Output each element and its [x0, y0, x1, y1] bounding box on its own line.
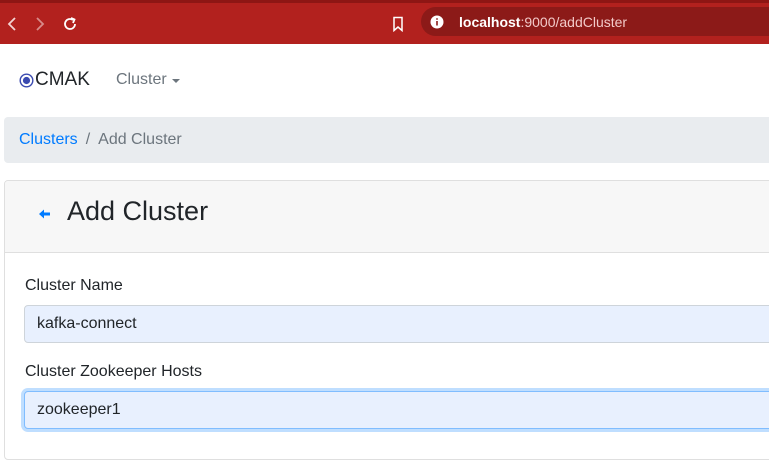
cluster-name-input[interactable]: kafka-connect: [24, 305, 769, 343]
page-title: Add Cluster: [67, 196, 209, 226]
forward-button[interactable]: [30, 12, 50, 36]
info-icon[interactable]: [430, 15, 444, 29]
breadcrumb-separator: /: [85, 131, 91, 148]
bookmark-button[interactable]: [389, 13, 407, 35]
chevron-left-icon: [7, 17, 16, 31]
caret-down-icon: [171, 78, 180, 83]
chevron-right-icon: [36, 17, 45, 31]
url-host: localhost: [459, 14, 521, 30]
zookeeper-hosts-input[interactable]: zookeeper1: [24, 391, 769, 429]
brand-name: CMAK: [35, 69, 90, 90]
url-path: :9000/addCluster: [520, 14, 628, 30]
card-header: Add Cluster: [5, 181, 769, 253]
breadcrumb-current: Add Cluster: [98, 131, 182, 148]
breadcrumb: Clusters / Add Cluster: [4, 117, 769, 163]
add-cluster-card: Add Cluster Cluster Name kafka-connect C…: [4, 180, 769, 460]
back-button[interactable]: [2, 12, 22, 36]
zookeeper-hosts-label: Cluster Zookeeper Hosts: [25, 363, 202, 380]
reload-icon: [64, 17, 76, 30]
target-icon: [19, 72, 34, 88]
reload-button[interactable]: [59, 12, 81, 36]
cluster-dropdown[interactable]: Cluster: [116, 71, 180, 89]
cluster-dropdown-label: Cluster: [116, 71, 167, 88]
breadcrumb-clusters-link[interactable]: Clusters: [19, 131, 78, 149]
arrow-left-icon[interactable]: [39, 209, 51, 219]
bookmark-icon: [393, 16, 403, 32]
brand-link[interactable]: CMAK: [19, 69, 90, 91]
cluster-name-label: Cluster Name: [25, 277, 123, 294]
url-text[interactable]: localhost:9000/addCluster: [459, 14, 627, 30]
